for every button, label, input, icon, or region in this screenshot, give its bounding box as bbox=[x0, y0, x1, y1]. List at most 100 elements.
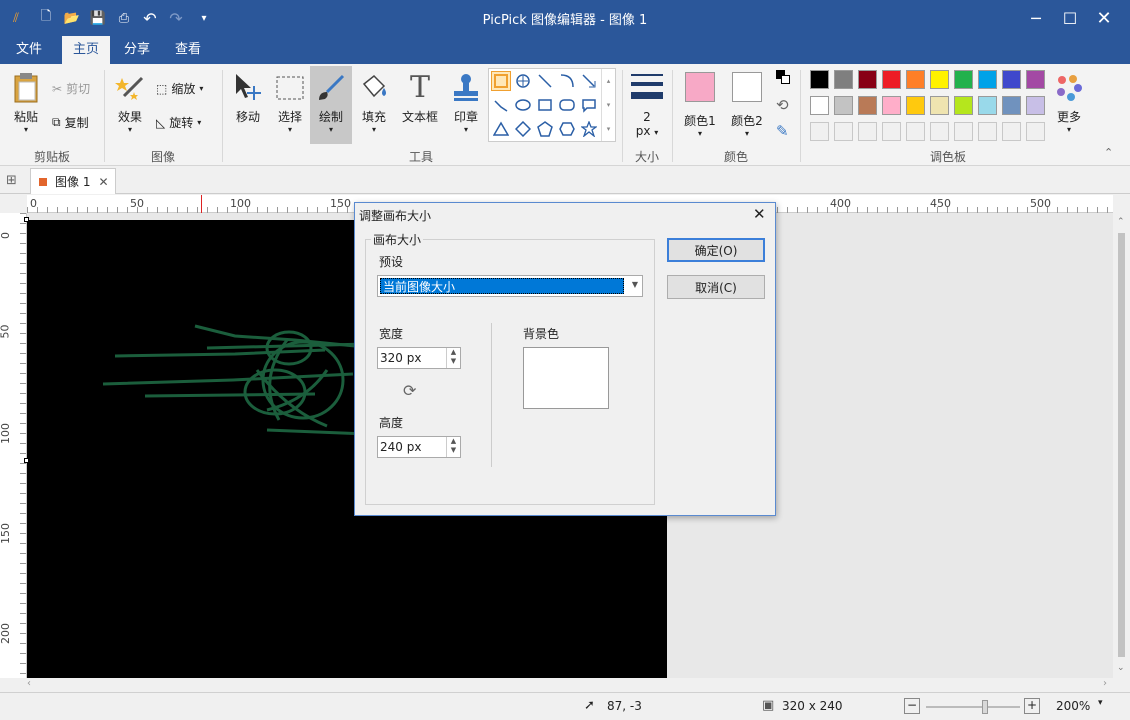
width-input[interactable]: 320 px ▲ ▼ bbox=[377, 347, 461, 369]
more-colors-button[interactable]: 更多 ▾ bbox=[1050, 72, 1088, 134]
palette-swatch[interactable] bbox=[978, 122, 997, 141]
effects-button[interactable]: 效果 ▾ bbox=[110, 72, 150, 134]
palette-swatch[interactable] bbox=[954, 96, 973, 115]
cut-button[interactable]: ✂ 剪切 bbox=[52, 80, 90, 97]
ok-button[interactable]: 确定(O) bbox=[667, 238, 765, 262]
dialog-close-icon[interactable]: ✕ bbox=[753, 205, 766, 223]
palette-swatch[interactable] bbox=[882, 122, 901, 141]
rotate-label: 旋转 bbox=[169, 116, 194, 130]
maximize-icon[interactable]: ☐ bbox=[1052, 0, 1088, 36]
width-stepper[interactable]: ▲ ▼ bbox=[446, 348, 460, 368]
arrow-shape-icon[interactable] bbox=[579, 71, 599, 91]
palette-swatch[interactable] bbox=[930, 96, 949, 115]
pentagon-shape-icon[interactable] bbox=[535, 119, 555, 139]
preset-select[interactable]: 当前图像大小 ▼ bbox=[377, 275, 643, 297]
swap-colors-icon[interactable]: ⟲ bbox=[776, 96, 789, 114]
link-aspect-icon[interactable]: ⟳ bbox=[403, 381, 416, 400]
palette-swatch[interactable] bbox=[810, 70, 829, 89]
tab-share[interactable]: 分享 bbox=[112, 36, 162, 64]
palette-swatch[interactable] bbox=[1026, 96, 1045, 115]
cancel-button[interactable]: 取消(C) bbox=[667, 275, 765, 299]
line-shape-icon[interactable] bbox=[535, 71, 555, 91]
rotate-button[interactable]: ◺ 旋转 ▾ bbox=[156, 114, 201, 131]
palette-swatch[interactable] bbox=[930, 122, 949, 141]
callout-shape-icon[interactable] bbox=[579, 95, 599, 115]
palette-swatch[interactable] bbox=[1002, 96, 1021, 115]
palette-swatch[interactable] bbox=[1002, 70, 1021, 89]
zoom-in-button[interactable]: + bbox=[1024, 698, 1040, 714]
zoom-slider[interactable] bbox=[926, 700, 1020, 714]
height-stepper[interactable]: ▲ ▼ bbox=[446, 437, 460, 457]
star-shape-icon[interactable] bbox=[579, 119, 599, 139]
textbox-label: 文本框 bbox=[401, 110, 438, 124]
square-shape-icon[interactable] bbox=[535, 95, 555, 115]
move-tool-button[interactable]: 移动 bbox=[228, 72, 268, 125]
diamond-shape-icon[interactable] bbox=[513, 119, 533, 139]
stamp-tool-button[interactable]: 印章 ▾ bbox=[446, 72, 486, 134]
palette-swatch[interactable] bbox=[858, 122, 877, 141]
horizontal-scrollbar[interactable]: ‹ › bbox=[27, 678, 1113, 692]
color2-swatch bbox=[732, 72, 762, 102]
rounded-rect-shape-icon[interactable] bbox=[557, 95, 577, 115]
palette-swatch[interactable] bbox=[978, 96, 997, 115]
eyedropper-icon[interactable]: ✎ bbox=[776, 122, 789, 140]
zoom-level[interactable]: 200% bbox=[1056, 699, 1090, 713]
hexagon-shape-icon[interactable] bbox=[557, 119, 577, 139]
palette-swatch[interactable] bbox=[954, 122, 973, 141]
copy-button[interactable]: ⧉ 复制 bbox=[52, 114, 89, 131]
bg-color-swatch[interactable] bbox=[523, 347, 609, 409]
color2-button[interactable]: 颜色2 ▾ bbox=[726, 72, 768, 138]
resize-handle[interactable] bbox=[24, 458, 29, 463]
resize-button[interactable]: ⬚ 缩放 ▾ bbox=[156, 80, 203, 97]
palette-swatch[interactable] bbox=[1026, 122, 1045, 141]
grid-view-icon[interactable]: ⊞ bbox=[6, 173, 17, 188]
size-button[interactable]: 2 px ▾ bbox=[628, 72, 666, 138]
default-colors-icon[interactable] bbox=[776, 70, 792, 86]
palette-swatch[interactable] bbox=[954, 70, 973, 89]
color1-button[interactable]: 颜色1 ▾ bbox=[680, 72, 720, 138]
collapse-ribbon-icon[interactable]: ⌃ bbox=[1104, 146, 1113, 159]
palette-swatch[interactable] bbox=[1026, 70, 1045, 89]
palette-swatch[interactable] bbox=[978, 70, 997, 89]
tab-view[interactable]: 查看 bbox=[164, 36, 212, 64]
height-input[interactable]: 240 px ▲ ▼ bbox=[377, 436, 461, 458]
palette-swatch[interactable] bbox=[858, 96, 877, 115]
minimize-icon[interactable]: ─ bbox=[1018, 0, 1054, 36]
tab-home[interactable]: 主页 bbox=[62, 36, 110, 64]
polyline-shape-icon[interactable] bbox=[491, 95, 511, 115]
resize-handle[interactable] bbox=[24, 217, 29, 222]
select-tool-button[interactable]: 选择 ▾ bbox=[270, 72, 310, 134]
palette-swatch[interactable] bbox=[906, 96, 925, 115]
palette-swatch[interactable] bbox=[834, 96, 853, 115]
crosshair-shape-icon[interactable] bbox=[513, 71, 533, 91]
draw-tool-button[interactable]: 绘制 ▾ bbox=[310, 66, 352, 144]
textbox-tool-button[interactable]: T 文本框 bbox=[398, 72, 442, 125]
fill-tool-button[interactable]: 填充 ▾ bbox=[354, 72, 394, 134]
zoom-out-button[interactable]: − bbox=[904, 698, 920, 714]
tab-file[interactable]: 文件 bbox=[0, 36, 58, 64]
palette-swatch[interactable] bbox=[930, 70, 949, 89]
zoom-dropdown-icon[interactable]: ▾ bbox=[1098, 698, 1103, 708]
close-icon[interactable]: ✕ bbox=[1086, 0, 1122, 36]
triangle-shape-icon[interactable] bbox=[491, 119, 511, 139]
vertical-scrollbar[interactable]: ⌃ ⌄ bbox=[1113, 213, 1130, 678]
palette-swatch[interactable] bbox=[834, 122, 853, 141]
palette-swatch[interactable] bbox=[858, 70, 877, 89]
palette-swatch[interactable] bbox=[810, 96, 829, 115]
rectangle-shape-icon[interactable] bbox=[491, 71, 511, 91]
ellipse-shape-icon[interactable] bbox=[513, 95, 533, 115]
palette-swatch[interactable] bbox=[810, 122, 829, 141]
palette-swatch[interactable] bbox=[882, 96, 901, 115]
curve-shape-icon[interactable] bbox=[557, 71, 577, 91]
palette-swatch[interactable] bbox=[1002, 122, 1021, 141]
document-tab-strip: ⊞ 图像 1 ✕ bbox=[0, 167, 1130, 194]
close-tab-icon[interactable]: ✕ bbox=[98, 175, 108, 189]
shapes-scroll[interactable]: ▴ ▾ ▾ bbox=[601, 69, 615, 141]
paste-button[interactable]: 粘贴 ▾ bbox=[6, 72, 46, 134]
palette-swatch[interactable] bbox=[906, 70, 925, 89]
palette-swatch[interactable] bbox=[882, 70, 901, 89]
document-tab[interactable]: 图像 1 ✕ bbox=[30, 168, 116, 194]
ribbon-separator bbox=[104, 70, 105, 162]
palette-swatch[interactable] bbox=[834, 70, 853, 89]
palette-swatch[interactable] bbox=[906, 122, 925, 141]
